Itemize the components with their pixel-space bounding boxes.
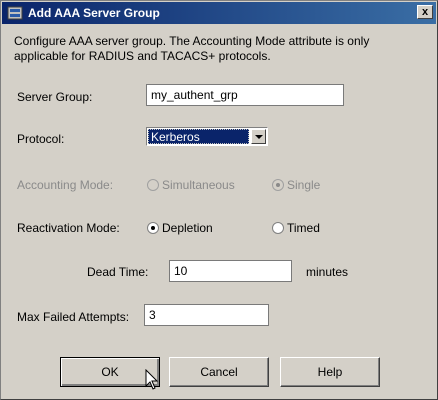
protocol-label: Protocol:	[17, 132, 65, 146]
max-failed-attempts-input[interactable]: 3	[144, 304, 269, 326]
radio-label: Depletion	[162, 221, 213, 235]
protocol-select[interactable]: Kerberos	[146, 127, 268, 146]
close-button[interactable]: x	[417, 5, 433, 19]
reactivation-mode-label: Reactivation Mode:	[17, 221, 120, 235]
radio-label: Timed	[287, 221, 320, 235]
server-group-input[interactable]: my_authent_grp	[146, 84, 344, 106]
radio-checked-icon	[272, 179, 284, 191]
server-group-label: Server Group:	[17, 90, 93, 104]
radio-label: Single	[287, 178, 321, 192]
dead-time-label: Dead Time:	[87, 265, 149, 279]
radio-unchecked-icon	[147, 179, 159, 191]
help-button[interactable]: Help	[280, 357, 380, 387]
max-failed-attempts-label: Max Failed Attempts:	[17, 310, 130, 324]
radio-label: Simultaneous	[162, 178, 235, 192]
chevron-down-icon[interactable]	[251, 129, 266, 144]
accounting-mode-label: Accounting Mode:	[17, 178, 114, 192]
close-icon: x	[421, 6, 429, 18]
protocol-selected-value: Kerberos	[148, 129, 249, 144]
radio-checked-icon	[147, 222, 159, 234]
window-title: Add AAA Server Group	[28, 6, 160, 20]
dead-time-input[interactable]: 10	[169, 260, 292, 282]
cancel-button[interactable]: Cancel	[169, 357, 269, 387]
dead-time-unit: minutes	[306, 265, 349, 279]
description-text: Configure AAA server group. The Accounti…	[14, 34, 370, 63]
app-icon	[7, 6, 23, 20]
add-aaa-server-group-dialog: Add AAA Server Group x Configure AAA ser…	[0, 0, 438, 400]
mouse-pointer-icon	[145, 369, 159, 390]
title-bar[interactable]: Add AAA Server Group x	[2, 2, 436, 24]
radio-unchecked-icon	[272, 222, 284, 234]
